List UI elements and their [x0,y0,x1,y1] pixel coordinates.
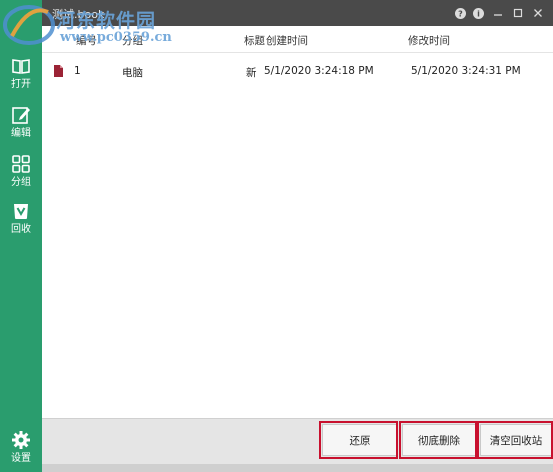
sidebar-item-label: 回收 [11,224,31,235]
edit-icon [12,107,30,124]
cell-id: 1 [74,65,81,77]
action-bar [42,418,553,465]
cell-group: 电脑 [122,67,143,79]
sidebar-item-label: 分组 [11,177,31,188]
sidebar-item-open[interactable]: 打开 [0,50,42,96]
sidebar-item-label: 编辑 [11,128,31,139]
sidebar-item-edit[interactable]: 编辑 [0,99,42,145]
info-icon[interactable]: i [470,5,486,21]
delete-permanently-button[interactable]: 彻底删除 [402,424,476,456]
svg-text:?: ? [458,9,463,18]
recycle-bin-icon [14,204,28,219]
sidebar-item-group[interactable]: 分组 [0,148,42,194]
sidebar-item-recycle[interactable]: 回收 [0,195,42,241]
status-strip [42,464,553,472]
restore-button[interactable]: 还原 [322,424,398,456]
sidebar-item-label: 设置 [11,453,31,464]
help-icon[interactable]: ? [452,5,468,21]
cell-title: 新 [246,67,257,79]
maximize-icon[interactable] [510,5,526,21]
watermark-text: 河东软件园 [56,10,157,32]
sidebar-item-label: 打开 [11,79,31,90]
column-header-created[interactable]: 创建时间 [266,33,308,48]
svg-text:i: i [477,9,480,18]
minimize-icon[interactable] [490,5,506,21]
watermark-logo [3,5,55,45]
empty-bin-button[interactable]: 清空回收站 [480,424,552,456]
column-header-title[interactable]: 标题 [244,33,265,48]
close-icon[interactable] [530,5,546,21]
watermark-url: www.pc0359.cn [60,30,172,45]
table-row[interactable]: 1 电脑 新 5/1/2020 3:24:18 PM 5/1/2020 3:24… [42,60,553,84]
gear-icon [12,431,30,449]
sidebar-item-settings[interactable]: 设置 [0,424,42,470]
column-header-modified[interactable]: 修改时间 [408,33,450,48]
sidebar: 打开 编辑 分组 回收 设置 [0,0,42,472]
book-open-icon [12,59,30,74]
grid-icon [12,155,30,173]
cell-created: 5/1/2020 3:24:18 PM [264,65,374,77]
document-icon [54,65,63,77]
cell-modified: 5/1/2020 3:24:31 PM [411,65,521,77]
